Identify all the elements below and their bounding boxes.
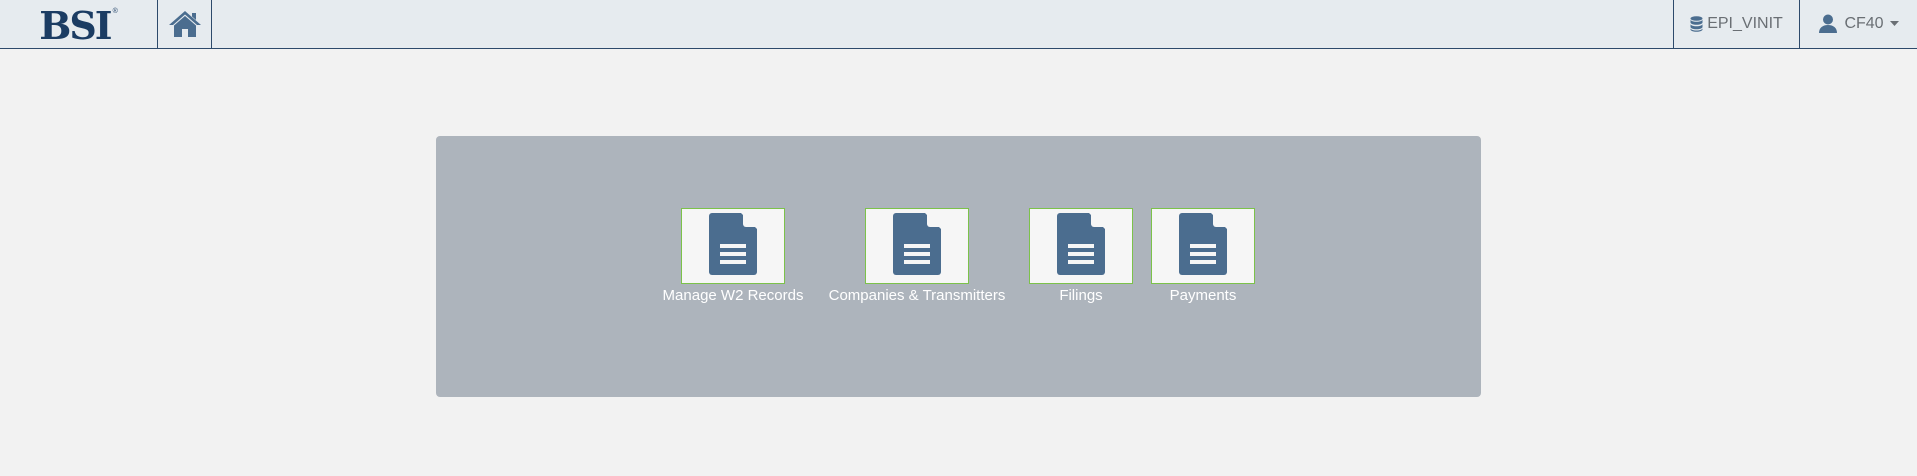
document-icon xyxy=(893,212,941,280)
document-icon xyxy=(1179,212,1227,280)
main-panel: Manage W2 Records Companies & Transmitte… xyxy=(436,136,1481,397)
user-label: CF40 xyxy=(1844,15,1884,32)
caret-down-icon xyxy=(1889,21,1899,27)
logo-text: BSI xyxy=(39,2,112,48)
tile-label[interactable]: Filings xyxy=(1029,287,1133,304)
home-button[interactable] xyxy=(158,0,212,48)
tile-label[interactable]: Companies & Transmitters xyxy=(817,287,1017,304)
user-icon xyxy=(1818,14,1838,34)
bsi-logo[interactable]: BSI ® xyxy=(0,0,158,48)
tile-icon-box[interactable] xyxy=(865,208,969,284)
tile-icon-box[interactable] xyxy=(1029,208,1133,284)
document-icon xyxy=(1057,212,1105,280)
document-icon xyxy=(709,212,757,280)
database-icon xyxy=(1690,16,1703,32)
tile-icon-box[interactable] xyxy=(681,208,785,284)
database-label: EPI_VINIT xyxy=(1707,15,1783,32)
tile-icon-box[interactable] xyxy=(1151,208,1255,284)
top-navbar: BSI ® EPI_VINIT CF40 xyxy=(0,0,1917,49)
user-menu[interactable]: CF40 xyxy=(1799,0,1917,48)
tile-label[interactable]: Payments xyxy=(1151,287,1255,304)
tile-label[interactable]: Manage W2 Records xyxy=(658,287,808,304)
database-selector[interactable]: EPI_VINIT xyxy=(1673,0,1799,48)
logo-registered-mark: ® xyxy=(112,7,118,15)
home-icon xyxy=(167,9,203,39)
